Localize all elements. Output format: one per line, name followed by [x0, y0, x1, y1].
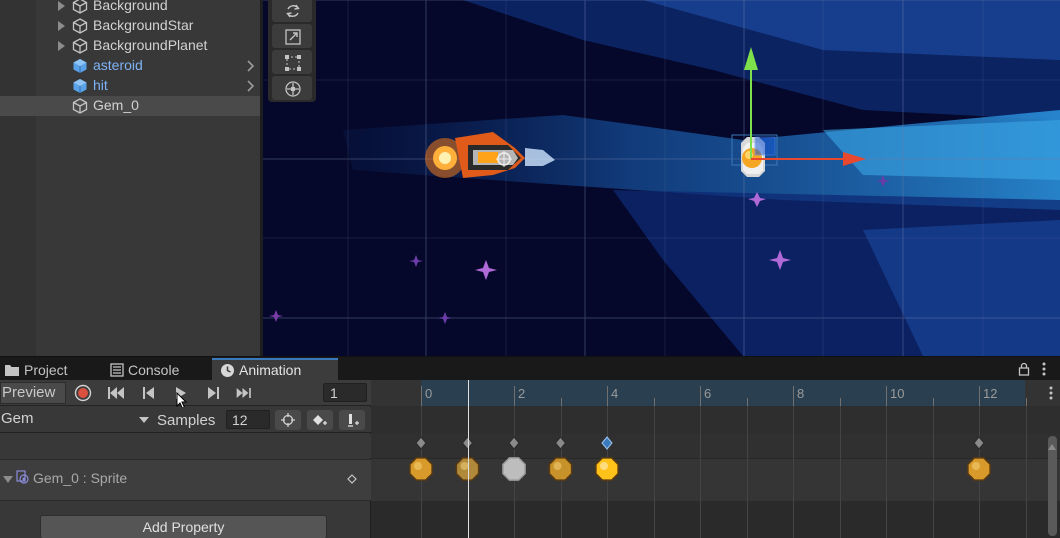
last-keyframe-icon[interactable]	[235, 384, 255, 402]
ruler-label: 8	[797, 386, 805, 401]
add-property-button[interactable]: Add Property	[40, 515, 327, 538]
scene-canvas[interactable]	[263, 0, 1060, 356]
expand-triangle-icon[interactable]	[58, 41, 65, 51]
rotate-tool-button[interactable]	[272, 0, 312, 22]
keyframe-toggle-icon[interactable]	[347, 474, 357, 484]
animation-property-panel: Preview 1 Gem Samples 12 Gem_0: Sprite …	[0, 380, 371, 538]
record-icon[interactable]	[73, 384, 93, 402]
sprite-keyframe-thumbnail[interactable]	[455, 457, 480, 481]
hierarchy-item-label: BackgroundStar	[93, 17, 194, 33]
gameobject-cube-icon	[72, 18, 88, 34]
tab-console[interactable]: Console	[104, 358, 211, 381]
timeline-vertical-scrollbar[interactable]	[1048, 436, 1057, 536]
console-icon	[110, 363, 124, 377]
ruler-label: 6	[704, 386, 712, 401]
unity-editor: Background BackgroundStar BackgroundPlan…	[0, 0, 1060, 538]
animated-property-row[interactable]: Gem_0 : Sprite	[0, 459, 371, 501]
animation-window: Preview 1 Gem Samples 12 Gem_0: Sprite …	[0, 380, 1060, 538]
summary-keyframe-row[interactable]	[371, 434, 1060, 458]
property-label: Gem_0 : Sprite	[33, 470, 128, 486]
ruler-label: 12	[983, 386, 998, 401]
sprite-keyframe-thumbnail[interactable]	[548, 457, 573, 481]
gameobject-cube-icon	[72, 98, 88, 114]
hierarchy-item-label: asteroid	[93, 57, 143, 73]
preview-toggle-button[interactable]: Preview	[0, 382, 66, 404]
clip-dropdown[interactable]: Gem	[0, 410, 152, 430]
add-keyframe-icon	[313, 415, 327, 425]
add-keyframe-button[interactable]	[307, 410, 333, 430]
expand-triangle-icon[interactable]	[3, 476, 13, 483]
bottom-tab-strip: Project Console Animation	[0, 356, 1060, 381]
sprite-keyframe-thumbnail[interactable]	[967, 457, 991, 481]
sprite-keyframe-thumbnail[interactable]	[595, 457, 619, 481]
kebab-menu-icon[interactable]	[1041, 362, 1047, 376]
current-frame-field[interactable]: 1	[323, 383, 367, 402]
clip-range-highlight	[421, 380, 1025, 406]
next-keyframe-icon[interactable]	[203, 384, 223, 402]
chevron-right-icon[interactable]	[246, 79, 256, 93]
hierarchy-item-background[interactable]: Background	[0, 0, 262, 16]
first-keyframe-icon[interactable]	[106, 384, 126, 402]
chevron-right-icon[interactable]	[246, 59, 256, 73]
gameobject-cube-icon	[72, 0, 88, 14]
clip-settings-row: Gem Samples 12	[0, 407, 371, 433]
gizmo-plane-handle[interactable]	[754, 136, 776, 156]
hierarchy-item-label: Gem_0	[93, 97, 139, 113]
hierarchy-panel: Background BackgroundStar BackgroundPlan…	[0, 0, 262, 356]
ruler-label: 4	[611, 386, 619, 401]
timeline-canvas[interactable]	[371, 380, 1060, 538]
prefab-cube-icon	[73, 59, 87, 73]
sprite-renderer-icon	[16, 470, 29, 484]
scene-tool-palette	[268, 0, 316, 102]
hierarchy-item-label: Background	[93, 0, 168, 13]
hierarchy-item-asteroid[interactable]: asteroid	[0, 56, 262, 76]
hierarchy-item-hit[interactable]: hit	[0, 76, 262, 96]
samples-label: Samples	[157, 412, 216, 429]
prefab-cube-icon	[73, 79, 87, 93]
add-event-icon	[348, 414, 359, 427]
scale-icon	[285, 29, 301, 45]
crosshair-icon	[281, 413, 295, 427]
ruler-label: 10	[890, 386, 905, 401]
scene-view[interactable]	[263, 0, 1060, 356]
playback-controls: Preview 1	[0, 380, 371, 410]
ruler-label: 2	[518, 386, 526, 401]
sprite-keyframe-thumbnail[interactable]	[502, 457, 526, 481]
hierarchy-item-label: hit	[93, 77, 108, 93]
expand-triangle-icon[interactable]	[58, 1, 65, 11]
rotate-icon	[286, 4, 300, 18]
events-row[interactable]	[371, 406, 1060, 434]
scale-tool-button[interactable]	[272, 24, 312, 48]
ruler-label: 0	[425, 386, 433, 401]
tab-animation[interactable]: Animation	[212, 358, 338, 381]
lock-icon[interactable]	[1018, 362, 1030, 376]
folder-icon	[5, 365, 19, 376]
tab-label: Animation	[239, 362, 302, 378]
sprite-keyframe-thumbnail[interactable]	[409, 457, 433, 481]
gameobject-cube-icon	[72, 38, 88, 54]
add-event-button[interactable]	[339, 410, 365, 430]
clock-icon	[221, 364, 234, 377]
tab-project[interactable]: Project	[0, 358, 103, 381]
chevron-down-icon	[139, 417, 149, 423]
hierarchy-item-background-planet[interactable]: BackgroundPlanet	[0, 36, 262, 56]
hierarchy-item-gem-0[interactable]: Gem_0	[0, 96, 262, 116]
timeline-empty-area	[371, 501, 1060, 538]
tab-label: Console	[128, 362, 180, 378]
summary-row	[0, 434, 371, 458]
kebab-menu-icon[interactable]	[1048, 386, 1054, 400]
previous-keyframe-icon[interactable]	[139, 384, 159, 402]
transform-tool-button[interactable]	[272, 76, 312, 100]
clip-name: Gem	[1, 410, 34, 427]
expand-triangle-icon[interactable]	[58, 21, 65, 31]
tab-label: Project	[24, 362, 68, 378]
hierarchy-item-background-star[interactable]: BackgroundStar	[0, 16, 262, 36]
filter-by-selection-button[interactable]	[275, 410, 301, 430]
dopesheet-timeline[interactable]: 0 2 4 6 8 10 12	[371, 380, 1060, 538]
rect-transform-icon	[285, 55, 301, 71]
transform-icon	[285, 81, 301, 97]
hierarchy-item-label: BackgroundPlanet	[93, 37, 208, 53]
samples-field[interactable]: 12	[226, 410, 270, 429]
rect-tool-button[interactable]	[272, 50, 312, 74]
